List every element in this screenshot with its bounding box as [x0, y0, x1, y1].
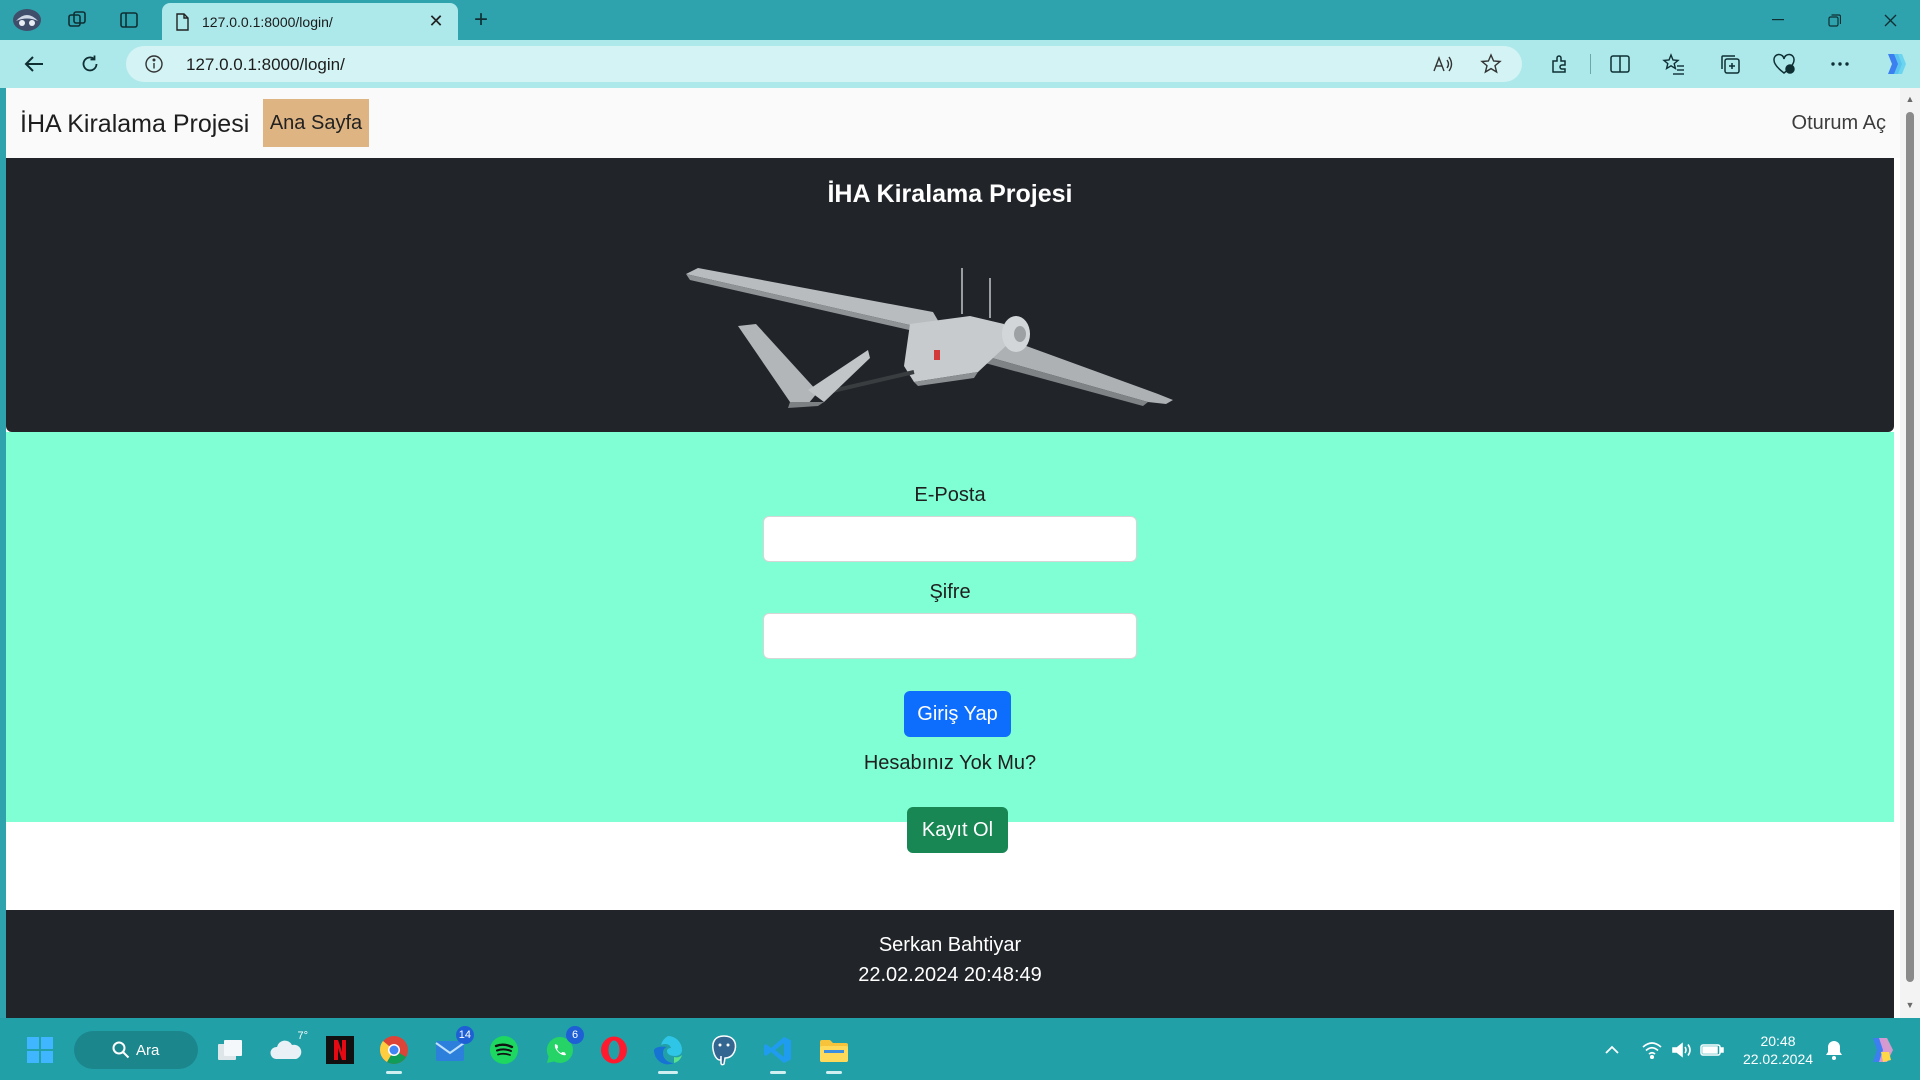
scroll-up-arrow-icon[interactable]: ▲ [1905, 94, 1915, 104]
browser-toolbar: 127.0.0.1:8000/login/ [0, 40, 1920, 88]
active-indicator [658, 1071, 678, 1074]
nav-login-link[interactable]: Oturum Aç [1792, 112, 1886, 135]
page-scrollbar[interactable]: ▲ ▼ [1900, 88, 1920, 1018]
read-aloud-icon[interactable] [1428, 50, 1458, 78]
opera-icon[interactable] [596, 1032, 632, 1068]
favorite-star-icon[interactable] [1476, 50, 1506, 78]
copilot-taskbar-icon[interactable] [1862, 1032, 1898, 1068]
scroll-down-arrow-icon[interactable]: ▼ [1905, 1000, 1915, 1010]
edge-icon[interactable] [650, 1032, 686, 1074]
password-input[interactable] [763, 613, 1137, 659]
running-indicator [826, 1071, 842, 1074]
toolbar-separator [1590, 54, 1591, 74]
mail-icon[interactable]: 14 [432, 1026, 474, 1068]
scroll-thumb[interactable] [1906, 112, 1914, 982]
weather-icon[interactable]: 7° [268, 1030, 308, 1068]
tab-title: 127.0.0.1:8000/login/ [202, 13, 333, 30]
favorites-icon[interactable] [1656, 48, 1692, 80]
nav-home-link[interactable]: Ana Sayfa [263, 99, 369, 147]
spotify-icon[interactable] [486, 1032, 522, 1068]
browser-tab-active[interactable]: 127.0.0.1:8000/login/ ✕ [162, 3, 458, 40]
show-hidden-icons-chevron-up-icon[interactable] [1600, 1038, 1624, 1062]
windows-taskbar: Ara 7° 14 6 20:48 22.02.2024 [0, 1018, 1920, 1080]
reload-button[interactable] [72, 48, 108, 80]
search-icon [112, 1041, 130, 1059]
clock-date: 22.02.2024 [1742, 1051, 1814, 1067]
login-button[interactable]: Giriş Yap [904, 691, 1011, 737]
no-account-text: Hesabınız Yok Mu? [863, 752, 1037, 774]
extensions-icon[interactable] [1542, 48, 1578, 80]
register-button[interactable]: Kayıt Ol [907, 807, 1008, 853]
more-options-icon[interactable] [1822, 48, 1858, 80]
close-window-button[interactable] [1862, 0, 1918, 40]
search-label: Ara [136, 1041, 160, 1059]
workspaces-icon[interactable] [62, 6, 92, 34]
page-viewport: İHA Kiralama Projesi Ana Sayfa Oturum Aç… [6, 88, 1900, 1018]
drone-image [686, 268, 1173, 408]
volume-icon[interactable] [1670, 1038, 1694, 1062]
task-view-icon[interactable] [212, 1032, 248, 1068]
back-button[interactable] [16, 48, 52, 80]
site-navbar: İHA Kiralama Projesi Ana Sayfa Oturum Aç [6, 88, 1900, 158]
restore-button[interactable] [1806, 0, 1862, 40]
browser-title-bar: 127.0.0.1:8000/login/ ✕ + [0, 0, 1920, 40]
footer-author: Serkan Bahtiyar [878, 934, 1022, 956]
minimize-button[interactable] [1750, 0, 1806, 40]
whatsapp-icon[interactable]: 6 [542, 1026, 584, 1068]
vscode-icon[interactable] [760, 1032, 796, 1074]
hero-banner: İHA Kiralama Projesi [6, 158, 1894, 432]
weather-temperature: 7° [297, 1030, 308, 1042]
url-text[interactable]: 127.0.0.1:8000/login/ [186, 55, 345, 75]
page-icon [174, 12, 190, 31]
netflix-icon[interactable] [322, 1032, 358, 1068]
split-screen-icon[interactable] [1602, 48, 1638, 80]
profile-avatar-icon[interactable] [12, 6, 42, 34]
site-footer: Serkan Bahtiyar 22.02.2024 20:48:49 [6, 910, 1894, 1018]
whatsapp-badge: 6 [566, 1026, 584, 1044]
close-tab-icon[interactable]: ✕ [426, 11, 446, 32]
address-bar[interactable]: 127.0.0.1:8000/login/ [126, 46, 1522, 82]
running-indicator [770, 1071, 786, 1074]
navbar-brand[interactable]: İHA Kiralama Projesi [20, 110, 249, 139]
tab-actions-icon[interactable] [114, 6, 144, 34]
chrome-icon[interactable] [376, 1032, 412, 1074]
taskbar-clock[interactable]: 20:48 22.02.2024 [1736, 1032, 1820, 1068]
running-indicator [386, 1071, 402, 1074]
postgresql-icon[interactable] [706, 1032, 742, 1068]
browser-essentials-icon[interactable] [1766, 48, 1802, 80]
site-info-icon[interactable] [144, 54, 164, 74]
footer-datetime: 22.02.2024 20:48:49 [858, 964, 1042, 986]
wifi-icon[interactable] [1640, 1038, 1664, 1062]
taskbar-search[interactable]: Ara [74, 1031, 198, 1069]
hero-title: İHA Kiralama Projesi [827, 180, 1073, 208]
clock-time: 20:48 [1760, 1033, 1796, 1049]
email-label: E-Posta [914, 484, 986, 506]
copilot-icon[interactable] [1876, 48, 1912, 80]
email-input[interactable] [763, 516, 1137, 562]
mail-badge: 14 [455, 1026, 474, 1044]
notification-bell-icon[interactable] [1822, 1038, 1846, 1062]
login-section: E-Posta Şifre Giriş Yap Hesabınız Yok Mu… [6, 432, 1894, 853]
start-windows-icon[interactable] [22, 1032, 58, 1068]
password-label: Şifre [929, 581, 971, 603]
battery-icon[interactable] [1700, 1038, 1724, 1062]
collections-icon[interactable] [1712, 48, 1748, 80]
file-explorer-icon[interactable] [816, 1032, 852, 1074]
new-tab-button[interactable]: + [466, 6, 496, 34]
